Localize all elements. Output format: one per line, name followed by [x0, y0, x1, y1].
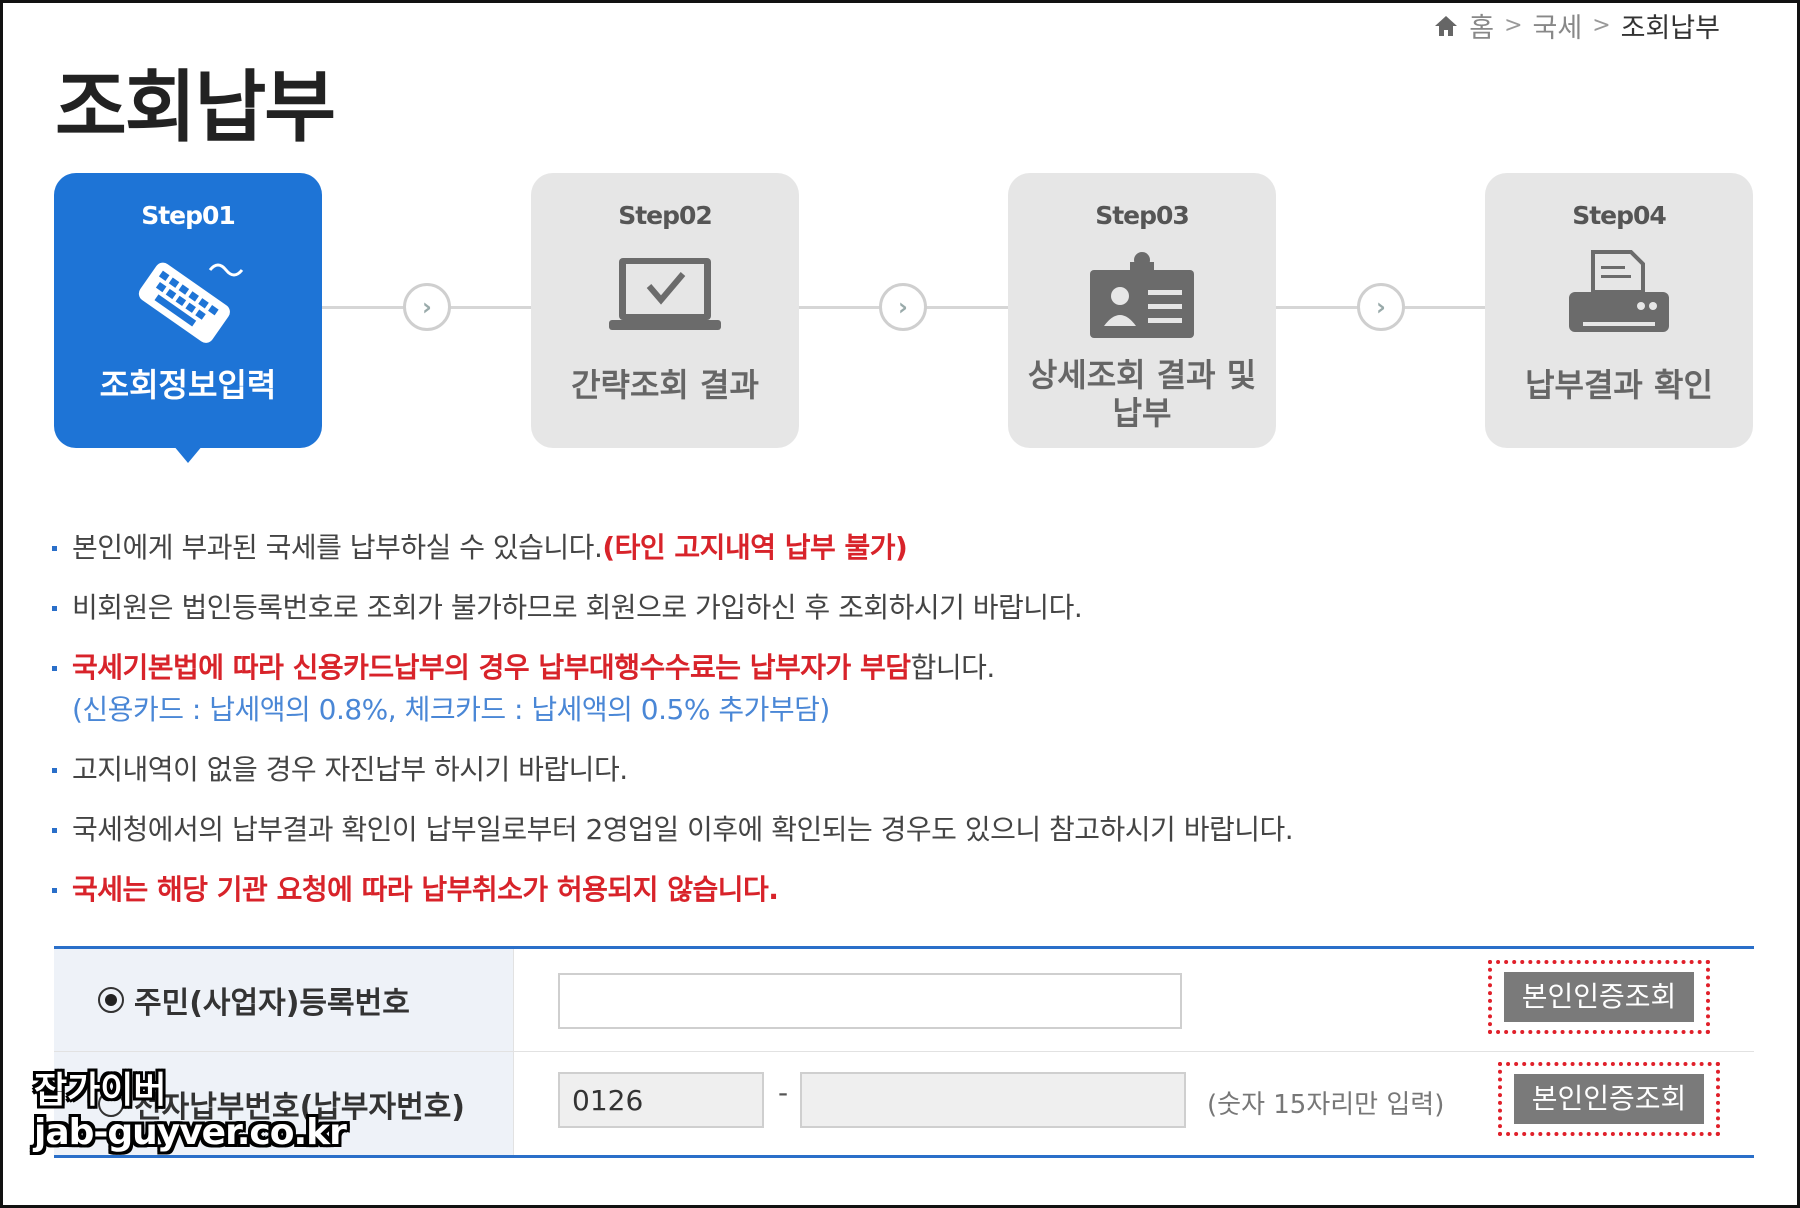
- chevron-right-icon: ›: [403, 283, 451, 331]
- notice-text: 합니다.: [910, 651, 996, 684]
- identity-verify-button[interactable]: 본인인증조회: [1504, 972, 1694, 1022]
- notice-warning: 국세기본법에 따라 신용카드납부의 경우 납부대행수수료는 납부자가 부담: [72, 651, 911, 684]
- registration-number-input[interactable]: [558, 973, 1182, 1029]
- dash-separator: -: [778, 1076, 789, 1109]
- notice-text: 국세청에서의 납부결과 확인이 납부일로부터 2영업일 이후에 확인되는 경우도…: [72, 813, 1294, 846]
- notice-item: 국세기본법에 따라 신용카드납부의 경우 납부대행수수료는 납부자가 부담합니다…: [52, 648, 1752, 688]
- breadcrumb-section[interactable]: 국세: [1533, 6, 1583, 45]
- notice-subtext: (신용카드 : 납세액의 0.8%, 체크카드 : 납세액의 0.5% 추가부담…: [72, 693, 830, 726]
- step-2: Step02 간략조회 결과: [531, 173, 799, 448]
- chevron-right-icon: ›: [879, 283, 927, 331]
- breadcrumb-separator: >: [1504, 13, 1523, 38]
- breadcrumb-separator: >: [1592, 13, 1611, 38]
- highlight-box: 본인인증조회: [1498, 1062, 1720, 1136]
- notice-item: 국세는 해당 기관 요청에 따라 납부취소가 허용되지 않습니다.: [52, 870, 1752, 910]
- notice-item: 비회원은 법인등록번호로 조회가 불가하므로 회원으로 가입하신 후 조회하시기…: [52, 588, 1752, 628]
- notice-warning: (타인 고지내역 납부 불가): [602, 531, 908, 564]
- identity-verify-button[interactable]: 본인인증조회: [1514, 1074, 1704, 1124]
- notice-text: 비회원은 법인등록번호로 조회가 불가하므로 회원으로 가입하신 후 조회하시기…: [72, 591, 1083, 624]
- step-label: 조회정보입력: [99, 366, 277, 404]
- watermark: 잡가이버 jab-guyver.co.kr: [34, 1070, 347, 1154]
- step-label: 상세조회 결과 및 납부: [1027, 356, 1257, 432]
- chevron-right-icon: ›: [1357, 283, 1405, 331]
- step-label: 납부결과 확인: [1525, 366, 1713, 404]
- notice-text: 고지내역이 없을 경우 자진납부 하시기 바랍니다.: [72, 753, 628, 786]
- watermark-line: jab-guyver.co.kr: [34, 1112, 347, 1153]
- notice-list: 본인에게 부과된 국세를 납부하실 수 있습니다.(타인 고지내역 납부 불가)…: [52, 528, 1752, 930]
- input-hint: (숫자 15자리만 입력): [1207, 1090, 1445, 1120]
- payment-prefix-input[interactable]: [558, 1072, 764, 1128]
- breadcrumb: 홈 > 국세 > 조회납부: [1433, 6, 1720, 45]
- row-body: - (숫자 15자리만 입력) 본인인증조회: [514, 1052, 1754, 1155]
- step-number: Step02: [618, 201, 713, 230]
- notice-warning: 국세는 해당 기관 요청에 따라 납부취소가 허용되지 않습니다.: [72, 873, 779, 906]
- page-title: 조회납부: [55, 63, 336, 153]
- home-icon[interactable]: [1433, 14, 1459, 38]
- keyboard-icon: [138, 262, 244, 343]
- breadcrumb-home[interactable]: 홈: [1469, 6, 1494, 45]
- step-1: Step01 조회정보입력: [54, 173, 322, 463]
- active-step-pointer: [173, 445, 203, 463]
- notice-item: 본인에게 부과된 국세를 납부하실 수 있습니다.(타인 고지내역 납부 불가): [52, 528, 1752, 568]
- id-card-icon: [1090, 252, 1194, 338]
- step-progress: › › › Step01 조회정보입력 Step02 간략조회 결과 Step0…: [54, 173, 1754, 473]
- step-label: 간략조회 결과: [571, 366, 759, 404]
- payment-number-input[interactable]: [800, 1072, 1186, 1128]
- notice-item: 고지내역이 없을 경우 자진납부 하시기 바랍니다.: [52, 750, 1752, 790]
- notice-text: 본인에게 부과된 국세를 납부하실 수 있습니다.: [72, 531, 603, 564]
- registration-label: 주민(사업자)등록번호: [134, 986, 410, 1021]
- highlight-box: 본인인증조회: [1488, 960, 1710, 1034]
- step-number: Step03: [1095, 201, 1190, 230]
- watermark-line: 잡가이버: [34, 1070, 167, 1111]
- notice-item: 국세청에서의 납부결과 확인이 납부일로부터 2영업일 이후에 확인되는 경우도…: [52, 810, 1752, 850]
- step-3: Step03 상세조회 결과 및 납부: [1008, 173, 1276, 448]
- step-4: Step04 납부결과 확인: [1485, 173, 1753, 448]
- step-number: Step04: [1572, 201, 1667, 230]
- printer-icon: [1569, 250, 1669, 332]
- registration-radio[interactable]: [98, 987, 124, 1013]
- step-number: Step01: [141, 201, 236, 230]
- row-body: 본인인증조회: [514, 949, 1754, 1051]
- form-row-registration: 주민(사업자)등록번호 본인인증조회: [54, 949, 1754, 1052]
- breadcrumb-current: 조회납부: [1620, 13, 1720, 44]
- monitor-check-icon: [609, 258, 721, 330]
- row-label: 주민(사업자)등록번호: [54, 949, 514, 1051]
